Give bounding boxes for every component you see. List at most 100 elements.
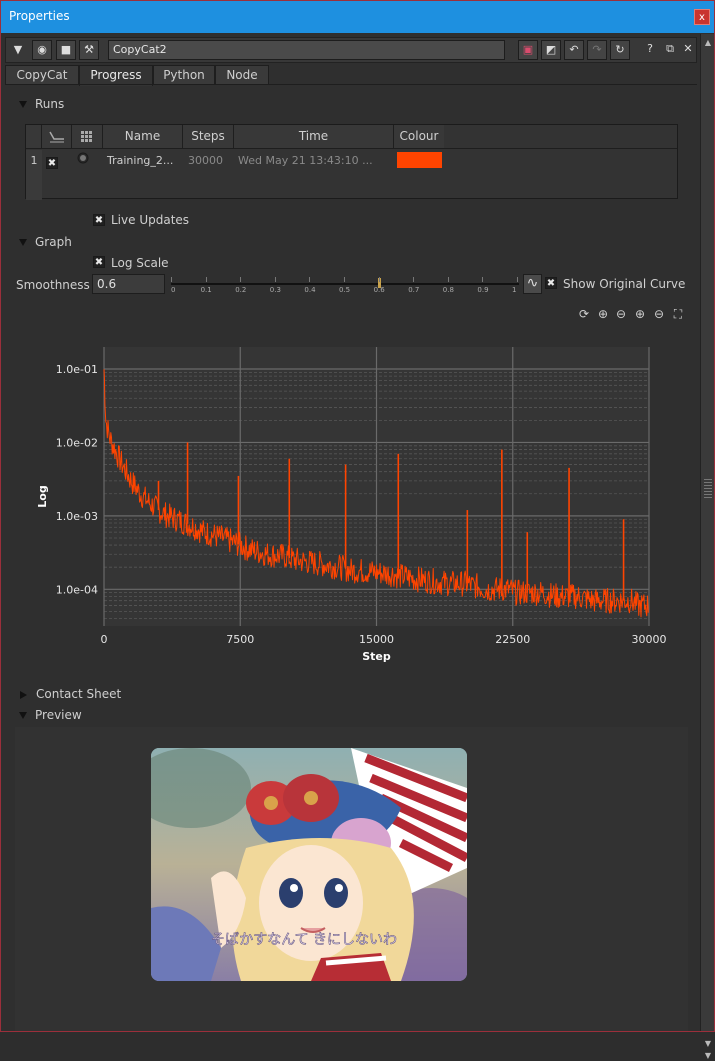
node-name-field[interactable]: CopyCat2 [108,40,505,60]
refresh-icon[interactable]: ⟳ [576,306,592,322]
runs-label: Runs [35,97,65,111]
undo-icon[interactable]: ↶ [564,40,584,60]
column-steps[interactable]: Steps [183,125,234,149]
slider-tick [447,277,449,282]
camera-icon[interactable]: ■ [56,40,76,60]
window-close-button[interactable]: x [694,9,710,25]
window-title: Properties [9,9,70,23]
tab-divider [5,84,697,85]
live-updates-checkbox[interactable]: ✖ [93,214,105,226]
visibility-column-icon[interactable] [42,125,72,149]
grid-column-icon[interactable] [72,125,103,149]
scroll-up-icon[interactable]: ▲ [703,38,713,48]
window-titlebar[interactable]: Properties x [1,1,714,33]
y-axis-label: Log [36,485,49,507]
slider-tick-label: 0.8 [442,286,454,294]
expand-triangle-icon[interactable] [19,101,27,108]
x-tick-label: 7500 [226,633,254,646]
float-icon[interactable]: ⧉ [660,40,680,60]
show-original-curve-label: Show Original Curve [563,277,686,291]
slider-tick-label: 0.1 [200,286,212,294]
slider-tick-label: 0.4 [304,286,316,294]
collapse-icon[interactable]: ▼ [8,40,28,60]
subtitle-caption: そばかすなんて きにしないわ [211,932,397,948]
preview-image[interactable]: そばかすなんて きにしないわ [151,748,467,981]
collapse-triangle-icon[interactable] [20,690,27,699]
runs-table: Name Steps Time Colour 1 ✖ Training_2...… [25,124,678,200]
anime-preview-picture: そばかすなんて きにしないわ [151,748,467,981]
run-steps: 30000 [188,154,223,167]
slider-tick-label: 0.9 [477,286,489,294]
graph-label: Graph [35,235,72,249]
loss-chart-svg[interactable]: 0 7500 15000 22500 30000 1.0e-01 1.0e-02 1.0e-0… [31,331,681,666]
radio-icon[interactable] [77,150,89,171]
color-swatch-icon[interactable]: ▣ [518,40,538,60]
graph-section-header[interactable]: Graph [19,235,72,249]
header-filler [444,125,677,149]
x-tick-label: 30000 [632,633,667,646]
help-icon[interactable]: ? [640,40,660,60]
y-tick-label: 1.0e-03 [56,510,98,523]
tab-python[interactable]: Python [153,65,215,85]
zoom-fit-icon[interactable]: ⊕ [595,306,611,322]
node-icon[interactable]: ◉ [32,40,52,60]
fullscreen-icon[interactable]: ⛶ [670,306,686,322]
column-colour[interactable]: Colour [394,125,444,149]
smoothness-input[interactable]: 0.6 [92,274,165,294]
x-axis-label: Step [362,650,391,663]
table-row-visibility[interactable]: ✖ [46,152,58,173]
contact-sheet-label: Contact Sheet [36,687,122,701]
matte-icon[interactable]: ◩ [541,40,561,60]
vertical-scrollbar[interactable]: ▲ ▼ ▼ [700,34,714,1060]
scroll-down-icon-2[interactable]: ▼ [703,1051,713,1061]
slider-track[interactable] [171,283,519,285]
y-tick-label: 1.0e-01 [56,363,98,376]
slider-tick-label: 0.5 [339,286,351,294]
table-corner [26,125,42,149]
slider-tick [171,277,172,282]
slider-tick-label: 0.3 [269,286,281,294]
revert-icon[interactable]: ↻ [610,40,630,60]
log-scale-checkbox[interactable]: ✖ [93,256,105,268]
column-name[interactable]: Name [103,125,183,149]
run-name[interactable]: Training_2... [107,150,173,171]
slider-tick [413,277,415,282]
expand-triangle-icon[interactable] [19,239,27,246]
x-tick-label: 15000 [359,633,394,646]
visibility-checkbox[interactable]: ✖ [46,157,58,169]
column-time[interactable]: Time [234,125,394,149]
loss-chart[interactable]: 0 7500 15000 22500 30000 1.0e-01 1.0e-02 1.0e-0… [31,331,681,666]
slider-tick [274,277,276,282]
node-toolbar: ▼ ◉ ■ ⚒ CopyCat2 ▣ ◩ ↶ ↷ ↻ ? ⧉ ✕ [5,37,697,63]
y-tick-label: 1.0e-02 [56,436,98,449]
redo-icon[interactable]: ↷ [587,40,607,60]
scroll-grip-icon[interactable] [704,478,712,498]
run-colour-swatch[interactable] [397,152,442,168]
wrench-icon[interactable]: ⚒ [79,40,99,60]
slider-tick-label: 0.6 [373,286,385,294]
show-original-curve-checkbox[interactable]: ✖ [545,277,557,289]
runs-section-header[interactable]: Runs [19,97,64,111]
zoom-x-icon[interactable]: ⊖ [613,306,629,322]
preview-section-header[interactable]: Preview [19,708,82,722]
slider-tick [309,277,311,282]
slider-tick [205,277,207,282]
contact-sheet-section-header[interactable]: Contact Sheet [19,687,121,701]
slider-tick [344,277,345,282]
x-tick-label: 0 [101,633,108,646]
tab-node[interactable]: Node [215,65,269,85]
zoom-in-icon[interactable]: ⊕ [632,306,648,322]
log-scale-label: Log Scale [111,256,169,270]
tab-copycat[interactable]: CopyCat [5,65,79,85]
close-icon[interactable]: ✕ [678,40,698,60]
preview-label: Preview [35,708,82,722]
expand-triangle-icon[interactable] [19,712,27,719]
slider-tick [378,277,380,282]
tab-progress[interactable]: Progress [79,65,153,86]
slider-tick-label: 0 [171,286,176,294]
smoothness-slider[interactable]: 0 0.1 0.2 0.3 0.4 0.5 0.6 0.7 0.8 0.9 1 [169,274,521,294]
x-tick-label: 22500 [495,633,530,646]
curve-icon[interactable]: ∿ [523,274,542,294]
zoom-out-icon[interactable]: ⊖ [651,306,667,322]
scroll-down-icon[interactable]: ▼ [703,1039,713,1049]
